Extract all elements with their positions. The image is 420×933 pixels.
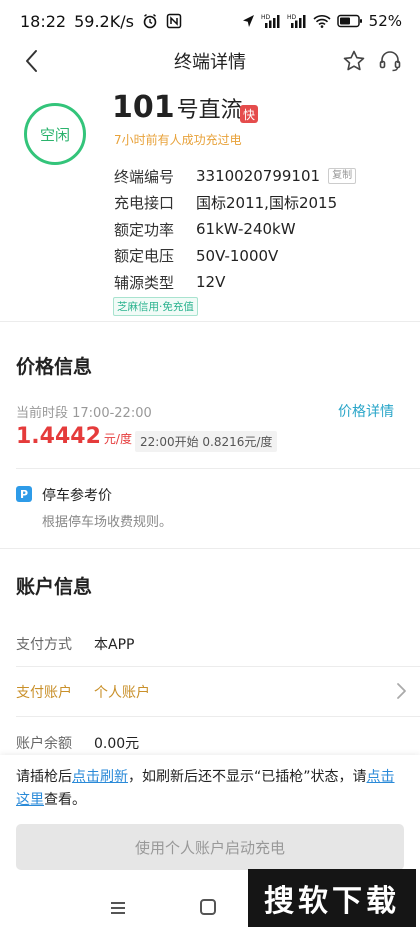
chevron-left-icon bbox=[26, 50, 37, 72]
parking-title: 停车参考价 bbox=[42, 488, 112, 504]
copy-button[interactable]: 复制 bbox=[328, 168, 357, 184]
battery-icon bbox=[336, 14, 362, 28]
info-label: 辅源类型 bbox=[114, 273, 175, 292]
info-label: 充电接口 bbox=[114, 194, 175, 212]
status-bar: 18:22 59.2K/s HD HD 52% bbox=[0, 0, 420, 42]
payment-account-value: 个人账户 bbox=[94, 685, 150, 701]
start-charging-button[interactable]: 使用个人账户启动充电 bbox=[16, 824, 404, 870]
info-row-power: 额定功率 61kW-240kW bbox=[114, 217, 356, 241]
signal-hd-icon: HD bbox=[287, 14, 306, 28]
location-icon bbox=[242, 15, 254, 27]
info-label: 额定功率 bbox=[114, 220, 175, 239]
current-price: 1.4442 元/度 bbox=[16, 424, 132, 449]
terminal-type: 号直流 bbox=[176, 98, 243, 123]
network-speed: 59.2K/s bbox=[74, 11, 134, 31]
info-value: 3310020799101 bbox=[196, 167, 321, 185]
status-left: 18:22 59.2K/s bbox=[20, 12, 182, 31]
payment-method-label: 支付方式 bbox=[16, 637, 72, 653]
info-row-voltage: 额定电压 50V-1000V bbox=[114, 244, 356, 268]
divider bbox=[16, 716, 420, 717]
star-icon bbox=[343, 50, 365, 71]
parking-icon: P bbox=[16, 486, 32, 502]
info-value: 国标2011,国标2015 bbox=[196, 194, 338, 212]
terminal-info-list: 终端编号 3310020799101 复制 充电接口 国标2011,国标2015… bbox=[114, 164, 357, 297]
favorite-button[interactable] bbox=[340, 46, 368, 76]
hint-text: ，如刷新后还不显示“已插枪”状态，请 bbox=[128, 769, 367, 785]
info-value: 50V-1000V bbox=[196, 246, 279, 265]
menu-icon[interactable] bbox=[110, 901, 126, 915]
nav-header: 终端详情 bbox=[0, 42, 420, 80]
terminal-status-badge: 空闲 bbox=[24, 103, 86, 165]
hint-text: 查看。 bbox=[44, 792, 86, 808]
wifi-icon bbox=[313, 15, 331, 28]
plug-in-hint: 请插枪后点击刷新，如刷新后还不显示“已插枪”状态，请点击这里查看。 bbox=[16, 766, 408, 812]
terminal-name: 101 号直流 bbox=[112, 90, 243, 125]
home-icon[interactable] bbox=[200, 899, 216, 915]
watermark-logo: 搜软下载 bbox=[248, 869, 416, 927]
refresh-link[interactable]: 点击刷新 bbox=[72, 769, 128, 785]
info-label: 额定电压 bbox=[114, 247, 175, 265]
payment-method-value: 本APP bbox=[94, 637, 135, 653]
customer-service-button[interactable] bbox=[376, 46, 404, 76]
terminal-number: 101 bbox=[112, 90, 175, 125]
payment-account-label: 支付账户 bbox=[16, 685, 72, 701]
headset-icon bbox=[379, 51, 401, 72]
hint-text: 请插枪后 bbox=[16, 769, 72, 785]
status-right: HD HD 52% bbox=[242, 12, 402, 30]
info-row-terminal-id: 终端编号 3310020799101 复制 bbox=[114, 164, 357, 188]
price-unit: 元/度 bbox=[103, 432, 132, 446]
fast-charge-badge: 快 bbox=[240, 105, 258, 123]
sesame-credit-tag: 芝麻信用·免充值 bbox=[113, 297, 198, 316]
divider bbox=[16, 468, 420, 469]
balance-label: 账户余额 bbox=[16, 736, 72, 752]
next-period-price: 22:00开始 0.8216元/度 bbox=[135, 431, 278, 452]
divider bbox=[0, 321, 420, 322]
price-period-label: 当前时段 17:00-22:00 bbox=[16, 406, 152, 421]
info-row-interface: 充电接口 国标2011,国标2015 bbox=[114, 191, 356, 215]
price-value: 1.4442 bbox=[16, 424, 101, 449]
account-section-title: 账户信息 bbox=[16, 576, 93, 598]
battery-percent: 52% bbox=[368, 12, 402, 30]
divider bbox=[0, 548, 420, 549]
chevron-right-icon bbox=[397, 683, 406, 699]
back-button[interactable] bbox=[16, 46, 46, 76]
info-value: 12V bbox=[196, 273, 226, 291]
last-charge-text: 7小时前有人成功充过电 bbox=[114, 133, 242, 147]
info-row-aux-power: 辅源类型 12V bbox=[114, 270, 356, 294]
alarm-icon bbox=[143, 14, 157, 29]
info-value: 61kW-240kW bbox=[196, 220, 296, 238]
balance-value: 0.00元 bbox=[94, 736, 140, 752]
signal-hd-icon: HD bbox=[261, 14, 280, 28]
info-label: 终端编号 bbox=[114, 167, 175, 186]
parking-desc: 根据停车场收费规则。 bbox=[42, 515, 173, 530]
price-section-title: 价格信息 bbox=[16, 356, 93, 378]
price-detail-link[interactable]: 价格详情 bbox=[338, 401, 394, 421]
nfc-icon bbox=[166, 13, 182, 29]
svg-text:HD: HD bbox=[261, 14, 271, 21]
svg-text:HD: HD bbox=[287, 14, 297, 21]
status-time: 18:22 bbox=[20, 11, 67, 31]
